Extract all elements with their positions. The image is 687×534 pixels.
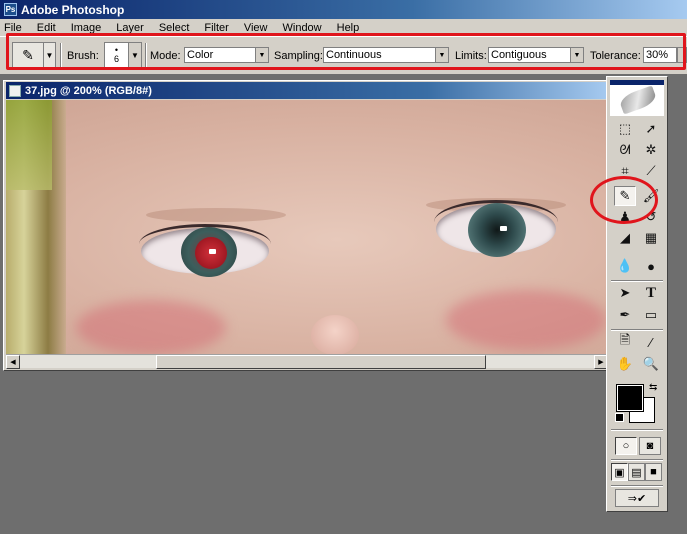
hand-icon[interactable]: ✋ [614, 354, 636, 374]
left-eyelid [139, 224, 271, 264]
menu-layer[interactable]: Layer [116, 22, 144, 34]
toolbox-divider [611, 280, 663, 282]
brush-label: Brush: [67, 49, 99, 62]
menu-window[interactable]: Window [283, 22, 322, 34]
toolbox-divider [611, 485, 663, 487]
rectangular-marquee-icon[interactable]: ⬚ [614, 119, 636, 139]
menu-edit[interactable]: Edit [37, 22, 56, 34]
chevron-down-icon[interactable]: ▼ [435, 47, 449, 63]
foreground-color-swatch[interactable] [616, 384, 644, 412]
options-divider [60, 43, 62, 69]
tolerance-input[interactable]: 30% [643, 47, 677, 63]
chevron-down-icon[interactable]: ▼ [129, 43, 141, 67]
document-icon [9, 84, 21, 97]
menu-select[interactable]: Select [159, 22, 190, 34]
chevron-down-icon[interactable]: ▼ [255, 47, 269, 63]
toolbox-palette: ⬚ ➚ ᘛ ✲ ⌗ ⟋ ✎ 🖌 ♟ ↺ ◢ ▦ 💧 ● ➤ T ✒ ▭ 🗎 ⁄ … [606, 76, 668, 512]
document-title-bar[interactable]: 37.jpg @ 200% (RGB/8#) [6, 82, 608, 99]
limits-select[interactable]: Contiguous ▼ [488, 47, 584, 63]
menu-image[interactable]: Image [71, 22, 102, 34]
eyedropper-icon[interactable]: ⁄ [640, 332, 662, 352]
scroll-thumb[interactable] [156, 355, 486, 369]
mode-label: Mode: [150, 49, 181, 62]
lasso-icon[interactable]: ᘛ [614, 140, 636, 160]
crop-icon[interactable]: ⌗ [614, 161, 636, 181]
full-screen-mode-button[interactable]: ■ [645, 463, 662, 481]
toolbox-header[interactable] [610, 80, 664, 116]
gradient-icon[interactable]: ▦ [640, 228, 662, 248]
right-cheek [446, 290, 606, 350]
chevron-down-icon[interactable]: ▼ [570, 47, 584, 63]
tool-options-bar: ✎ ▼ Brush: • 6 ▼ Mode: Color ▼ Sampling:… [0, 36, 687, 74]
tolerance-stepper[interactable] [677, 47, 687, 63]
left-cheek [76, 300, 226, 354]
dodge-icon[interactable]: ● [640, 256, 662, 276]
brush-icon[interactable]: 🖌 [640, 186, 662, 206]
limits-value: Contiguous [491, 49, 547, 61]
tool-preset-picker[interactable]: ✎ ▼ [12, 42, 56, 68]
app-title-bar: Ps Adobe Photoshop [0, 0, 687, 19]
mode-value: Color [187, 49, 214, 61]
menu-view[interactable]: View [244, 22, 268, 34]
toolbox-divider [611, 429, 663, 431]
swap-colors-icon[interactable]: ⇆ [649, 382, 657, 393]
document-title: 37.jpg @ 200% (RGB/8#) [25, 84, 152, 97]
move-icon[interactable]: ➚ [640, 119, 662, 139]
history-brush-icon[interactable]: ↺ [640, 207, 662, 227]
quick-mask-mode-button[interactable]: ◙ [639, 437, 661, 455]
sampling-value: Continuous [326, 49, 382, 61]
left-brow [146, 208, 286, 222]
chevron-down-icon[interactable]: ▼ [43, 43, 55, 67]
pen-icon[interactable]: ✒ [614, 305, 636, 325]
path-selection-icon[interactable]: ➤ [614, 283, 636, 303]
hair-highlight [6, 100, 52, 190]
image-canvas[interactable] [6, 100, 608, 354]
jump-to-imageready-button[interactable]: ⇒✔ [615, 489, 659, 507]
sampling-select[interactable]: Continuous ▼ [323, 47, 449, 63]
menu-bar: File Edit Image Layer Select Filter View… [0, 19, 687, 36]
toolbox-divider [611, 459, 663, 461]
default-colors-icon[interactable] [615, 413, 624, 422]
options-divider [145, 43, 147, 69]
blur-icon[interactable]: 💧 [614, 256, 636, 276]
color-replacement-brush-icon: ✎ [22, 46, 34, 63]
color-replacement-brush-icon[interactable]: ✎ [614, 186, 636, 206]
limits-label: Limits: [455, 49, 487, 62]
mode-select[interactable]: Color ▼ [184, 47, 269, 63]
clone-stamp-icon[interactable]: ♟ [614, 207, 636, 227]
menu-help[interactable]: Help [337, 22, 360, 34]
horizontal-scrollbar[interactable]: ◀ ▶ [6, 354, 608, 369]
standard-mode-button[interactable]: ○ [615, 437, 637, 455]
app-title: Adobe Photoshop [21, 2, 125, 17]
scroll-left-arrow-icon[interactable]: ◀ [6, 355, 20, 369]
menu-filter[interactable]: Filter [204, 22, 228, 34]
type-icon[interactable]: T [640, 283, 662, 303]
feather-logo-icon [618, 85, 658, 115]
full-screen-menu-mode-button[interactable]: ▤ [628, 463, 645, 481]
eraser-icon[interactable]: ◢ [614, 228, 636, 248]
document-window: 37.jpg @ 200% (RGB/8#) ◀ ▶ [3, 80, 611, 371]
nose-tip [311, 315, 359, 354]
tolerance-label: Tolerance: [590, 49, 641, 62]
slice-icon[interactable]: ⟋ [640, 161, 662, 181]
menu-file[interactable]: File [4, 22, 22, 34]
sampling-label: Sampling: [274, 49, 323, 62]
right-eyelid [434, 200, 558, 244]
notes-icon[interactable]: 🗎 [614, 332, 636, 352]
shape-icon[interactable]: ▭ [640, 305, 662, 325]
zoom-icon[interactable]: 🔍 [640, 354, 662, 374]
brush-size: 6 [113, 54, 119, 64]
magic-wand-icon[interactable]: ✲ [640, 140, 662, 160]
photoshop-app-icon[interactable]: Ps [4, 3, 17, 16]
brush-picker[interactable]: • 6 ▼ [104, 42, 142, 68]
standard-screen-mode-button[interactable]: ▣ [611, 463, 628, 481]
brush-preview: • 6 [105, 43, 129, 67]
